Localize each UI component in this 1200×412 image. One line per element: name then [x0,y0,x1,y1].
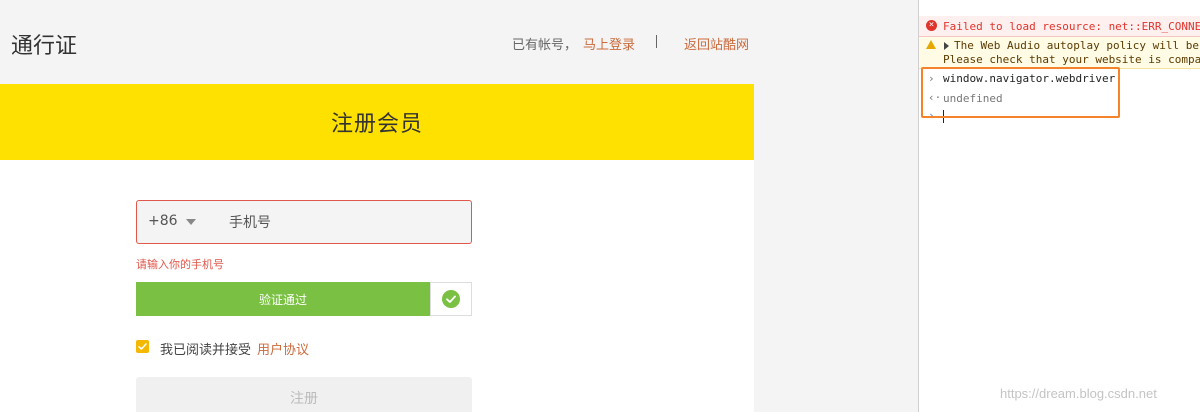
captcha-bar: 验证通过 [136,282,430,316]
register-button[interactable]: 注册 [136,377,472,412]
console-warning-text-2: Please check that your website is compa [943,53,1200,66]
highlight-box [921,67,1120,118]
phone-field: +86 [136,200,472,244]
register-form: +86 请输入你的手机号 验证通过 我已阅读并接受 用户协议 注册 [0,160,754,412]
register-banner: 注册会员 [0,84,754,160]
phone-error-message: 请输入你的手机号 [136,258,224,271]
login-link[interactable]: 马上登录 [583,34,635,53]
banner-title: 注册会员 [330,112,423,137]
warning-icon [926,40,936,49]
registration-page: 通行证 已有帐号， 马上登录 返回站酷网 注册会员 +86 请输入你的手机号 验… [0,0,918,412]
watermark: https://dream.blog.csdn.net [1000,386,1157,401]
top-links: 已有帐号， 马上登录 返回站酷网 [0,34,918,54]
captcha-handle[interactable] [430,282,472,316]
agreement-text: 我已阅读并接受 [160,343,252,358]
console-error-text: Failed to load resource: net::ERR_CONNE [943,20,1200,33]
error-icon: × [926,20,937,31]
console-error-row: × Failed to load resource: net::ERR_CONN… [919,16,1200,37]
have-account-text: 已有帐号， [512,38,578,53]
checkbox-checked-icon[interactable] [136,340,149,353]
devtools-console: × Failed to load resource: net::ERR_CONN… [918,0,1200,412]
console-warning-row: The Web Audio autoplay policy will be Pl… [919,37,1200,69]
console-warning-text: The Web Audio autoplay policy will be [954,39,1200,52]
user-agreement-link[interactable]: 用户协议 [257,339,309,358]
country-code-select[interactable]: +86 [148,213,178,229]
expand-caret-icon[interactable] [944,42,949,50]
chevron-down-icon[interactable] [186,219,196,225]
slider-captcha[interactable]: 验证通过 [136,282,472,316]
check-circle-icon [442,290,460,308]
link-divider [656,35,657,48]
back-to-site-link[interactable]: 返回站酷网 [684,34,749,53]
phone-input[interactable] [227,210,461,236]
